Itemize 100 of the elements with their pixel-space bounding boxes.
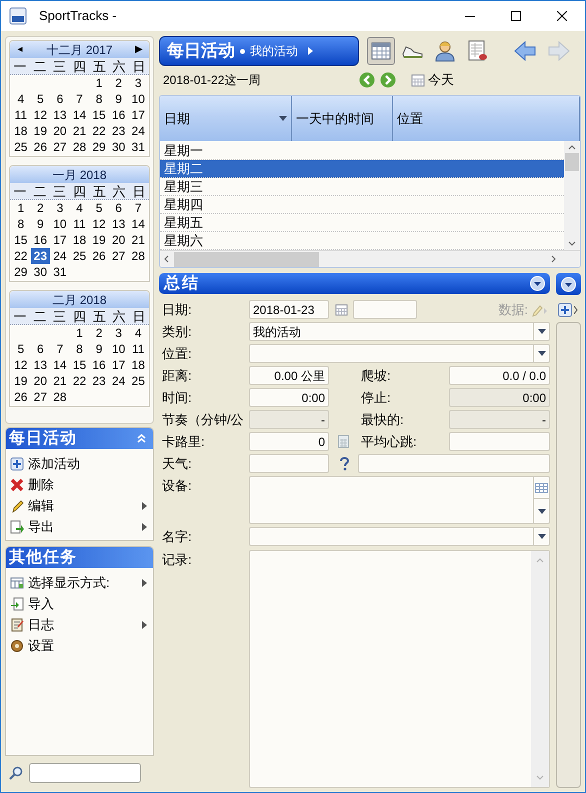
calendar-day[interactable]: 2 xyxy=(108,75,128,91)
calendar-day[interactable]: 16 xyxy=(89,357,109,373)
calendar-day[interactable]: 19 xyxy=(11,373,31,389)
calendar-day[interactable]: 22 xyxy=(11,248,31,264)
calendar-day[interactable]: 22 xyxy=(89,123,109,139)
previous-week-button[interactable] xyxy=(359,72,375,88)
calendar-day[interactable]: 17 xyxy=(50,232,70,248)
calendar-day[interactable]: 16 xyxy=(30,232,50,248)
calendar-day[interactable]: 27 xyxy=(50,139,70,155)
calendar-day[interactable]: 20 xyxy=(50,123,70,139)
scrollbar-thumb[interactable] xyxy=(565,153,579,171)
input-field[interactable]: 0.00 公里 xyxy=(249,366,329,385)
calendar-day[interactable]: 15 xyxy=(89,107,109,123)
calendar-day[interactable]: 10 xyxy=(108,341,128,357)
calendar-day[interactable]: 13 xyxy=(108,216,128,232)
calendar-day[interactable]: 3 xyxy=(108,325,128,341)
calendar-day[interactable]: 21 xyxy=(70,123,90,139)
task-item[interactable]: 编辑 xyxy=(6,495,153,516)
calendar-day[interactable]: 2 xyxy=(89,325,109,341)
input-field[interactable] xyxy=(449,432,550,451)
calendar-day[interactable]: 25 xyxy=(11,139,31,155)
calendar-day[interactable]: 18 xyxy=(70,232,90,248)
calendar-day[interactable]: 11 xyxy=(70,216,90,232)
calendar-day[interactable]: 26 xyxy=(89,248,109,264)
dropdown-arrow-icon[interactable] xyxy=(538,329,546,334)
calendar-day[interactable]: 28 xyxy=(50,389,70,405)
calendar-day[interactable]: 12 xyxy=(30,107,50,123)
input-field[interactable] xyxy=(358,454,550,473)
input-field[interactable] xyxy=(249,454,329,473)
calendar-day[interactable]: 8 xyxy=(70,341,90,357)
calendar-day[interactable]: 3 xyxy=(128,75,148,91)
calendar-day[interactable]: 14 xyxy=(70,107,90,123)
calendar-day[interactable]: 18 xyxy=(128,357,148,373)
calendar-day[interactable]: 8 xyxy=(11,216,31,232)
calendar-day[interactable]: 25 xyxy=(128,373,148,389)
calendar-day[interactable]: 24 xyxy=(50,248,70,264)
vertical-scrollbar[interactable] xyxy=(564,141,580,250)
previous-month-button[interactable]: ◂ xyxy=(14,44,26,54)
column-header[interactable]: 一天中的时间 xyxy=(292,96,393,141)
calendar-day[interactable]: 9 xyxy=(89,341,109,357)
calendar-day[interactable]: 13 xyxy=(50,107,70,123)
dropdown-arrow-icon[interactable] xyxy=(538,534,546,539)
calendar-day[interactable]: 27 xyxy=(108,248,128,264)
input-field[interactable]: 0:00 xyxy=(249,388,329,407)
calendar-day[interactable]: 11 xyxy=(128,341,148,357)
calendar-day[interactable]: 2 xyxy=(30,200,50,216)
table-row[interactable]: 星期二 xyxy=(160,160,564,178)
calendar-day[interactable]: 27 xyxy=(30,389,50,405)
calendar-day[interactable]: 12 xyxy=(11,357,31,373)
calendar-day[interactable]: 12 xyxy=(89,216,109,232)
calendar-day[interactable]: 19 xyxy=(89,232,109,248)
add-button[interactable] xyxy=(558,302,572,316)
calendar-day[interactable]: 15 xyxy=(11,232,31,248)
task-item[interactable]: 导入 xyxy=(6,593,153,614)
calendar-day[interactable]: 6 xyxy=(108,200,128,216)
view-title-bar[interactable]: 每日活动 我的活动 xyxy=(159,36,359,66)
calendar-day[interactable]: 24 xyxy=(108,373,128,389)
table-row[interactable]: 星期四 xyxy=(160,196,564,214)
calendar-day[interactable]: 31 xyxy=(128,139,148,155)
table-row[interactable]: 星期五 xyxy=(160,214,564,232)
calendar-day[interactable]: 19 xyxy=(30,123,50,139)
calendar-day[interactable]: 17 xyxy=(128,107,148,123)
task-item[interactable]: 删除 xyxy=(6,474,153,495)
task-item[interactable]: 导出 xyxy=(6,516,153,537)
calendar-day[interactable]: 26 xyxy=(30,139,50,155)
calendar-day[interactable]: 29 xyxy=(89,139,109,155)
dropdown-arrow-icon[interactable] xyxy=(538,351,546,356)
calendar-day[interactable]: 4 xyxy=(128,325,148,341)
task-item[interactable]: 设置 xyxy=(6,635,153,656)
calendar-day[interactable]: 5 xyxy=(89,200,109,216)
calendar-day[interactable]: 13 xyxy=(30,357,50,373)
next-week-button[interactable] xyxy=(380,72,396,88)
calendar-day[interactable]: 6 xyxy=(50,91,70,107)
calendar-day[interactable]: 22 xyxy=(70,373,90,389)
calendar-day[interactable]: 20 xyxy=(108,232,128,248)
calendar-day[interactable]: 31 xyxy=(50,264,70,280)
calendar-day[interactable]: 8 xyxy=(89,91,109,107)
calendar-day[interactable]: 15 xyxy=(70,357,90,373)
calendar-day[interactable]: 20 xyxy=(30,373,50,389)
calendar-day[interactable]: 14 xyxy=(128,216,148,232)
calendar-day[interactable]: 11 xyxy=(11,107,31,123)
dropdown-arrow-icon[interactable] xyxy=(538,508,546,514)
table-row[interactable]: 星期三 xyxy=(160,178,564,196)
collapse-icon[interactable] xyxy=(137,434,146,443)
input-field[interactable]: 2018-01-23 xyxy=(249,300,329,319)
calendar-day[interactable]: 23 xyxy=(108,123,128,139)
calendar-day[interactable]: 9 xyxy=(108,91,128,107)
calendar-day[interactable]: 24 xyxy=(128,123,148,139)
calendar-day[interactable]: 30 xyxy=(108,139,128,155)
calendar-day[interactable]: 23 xyxy=(89,373,109,389)
calendar-day[interactable]: 26 xyxy=(11,389,31,405)
dropdown-icon[interactable] xyxy=(530,276,545,291)
calendar-day[interactable]: 18 xyxy=(11,123,31,139)
input-field[interactable] xyxy=(353,300,417,319)
calendar-day[interactable]: 1 xyxy=(11,200,31,216)
horizontal-scrollbar[interactable] xyxy=(160,250,580,267)
calendar-day[interactable]: 21 xyxy=(128,232,148,248)
calendar-day[interactable]: 6 xyxy=(30,341,50,357)
side-panel-button[interactable] xyxy=(556,273,581,295)
calendar-day[interactable]: 7 xyxy=(128,200,148,216)
